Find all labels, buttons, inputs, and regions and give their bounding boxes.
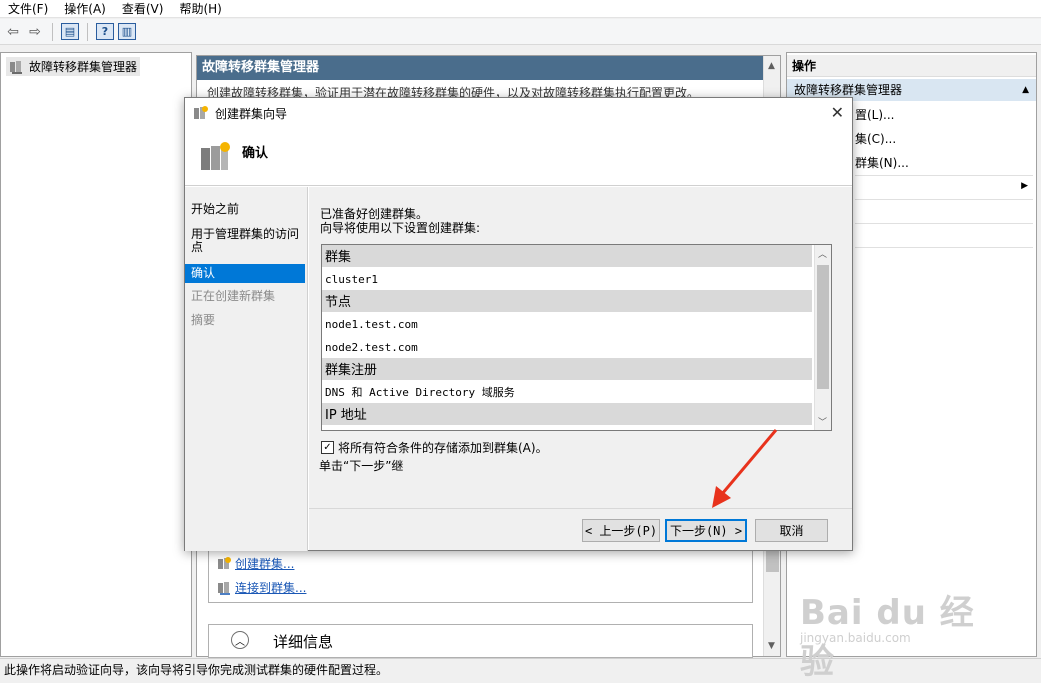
actions-section-label: 故障转移群集管理器: [794, 83, 903, 97]
intro-settings: 向导将使用以下设置创建群集:: [320, 221, 481, 235]
wizard-body: 已准备好创建群集。 向导将使用以下设置创建群集: 群集 cluster1 节点 …: [309, 187, 852, 508]
section-header-registration: 群集注册: [322, 358, 812, 380]
step-creating: 正在创建新群集: [191, 289, 276, 303]
menu-file[interactable]: 文件(F): [0, 0, 56, 18]
details-section[interactable]: ︿ 详细信息: [208, 624, 753, 658]
center-header: 故障转移群集管理器: [197, 56, 765, 80]
create-cluster-wizard: 创建群集向导 ✕ 确认 开始之前 用于管理群集的访问点 确认 正在创建新群集 摘…: [184, 97, 853, 551]
scroll-down-icon[interactable]: ﹀: [818, 415, 827, 428]
tree-item-failover-cluster-manager[interactable]: 故障转移群集管理器: [6, 57, 141, 76]
back-arrow-icon[interactable]: ⇦: [4, 23, 22, 41]
watermark-url: jingyan.baidu.com: [800, 631, 911, 645]
next-hint: 单击“下一步”继: [319, 459, 404, 473]
submenu-arrow-icon[interactable]: ▶: [1021, 181, 1028, 191]
create-cluster-link-row: 创建群集...: [217, 555, 294, 572]
dialog-title: 创建群集向导: [215, 106, 288, 121]
menu-help[interactable]: 帮助(H): [171, 0, 229, 18]
list-item-cluster-name: cluster1: [325, 273, 378, 286]
wizard-footer: < 上一步(P) 下一步(N) > 取消: [309, 508, 852, 550]
management-links: 创建群集... 连接到群集...: [208, 546, 753, 603]
menu-action[interactable]: 操作(A): [56, 0, 114, 18]
step-before-you-begin[interactable]: 开始之前: [185, 203, 305, 216]
section-header-nodes: 节点: [322, 290, 812, 312]
actions-header: 操作: [787, 55, 1036, 77]
collapse-triangle-icon[interactable]: ▲: [1022, 79, 1029, 101]
menu-bar: 文件(F) 操作(A) 查看(V) 帮助(H): [0, 0, 1041, 18]
create-cluster-link[interactable]: 创建群集...: [235, 555, 294, 572]
add-storage-checkbox-row[interactable]: ✓ 将所有符合条件的存储添加到群集(A)。: [321, 439, 548, 456]
step-access-point[interactable]: 用于管理群集的访问点: [185, 228, 305, 254]
settings-list-content: 群集 cluster1 节点 node1.test.com node2.test…: [322, 245, 812, 425]
list-item-registration: DNS 和 Active Directory 域服务: [325, 386, 515, 399]
wizard-app-icon: [194, 106, 208, 119]
expand-chevron-icon[interactable]: ︿: [231, 631, 249, 649]
close-icon[interactable]: ✕: [831, 103, 844, 122]
settings-list[interactable]: 群集 cluster1 节点 node1.test.com node2.test…: [321, 244, 832, 431]
wizard-header-icon: [201, 142, 230, 170]
scroll-up-icon[interactable]: ︿: [818, 247, 827, 260]
previous-button[interactable]: < 上一步(P): [582, 519, 660, 542]
create-cluster-icon: [218, 556, 231, 569]
console-tree: 故障转移群集管理器: [0, 52, 192, 657]
wizard-steps: 开始之前 用于管理群集的访问点 确认 正在创建新群集 摘要: [185, 187, 308, 551]
add-storage-label[interactable]: 将所有符合条件的存储添加到群集(A)。: [338, 439, 548, 456]
connect-cluster-link-row: 连接到群集...: [217, 579, 306, 596]
list-item-node2: node2.test.com: [325, 341, 418, 354]
step-confirm[interactable]: 确认: [185, 264, 305, 283]
section-header-ip: IP 地址: [322, 403, 812, 425]
action-item-1[interactable]: 置(L)...: [855, 106, 895, 123]
action-item-3[interactable]: 群集(N)...: [855, 154, 909, 171]
scroll-thumb[interactable]: [817, 265, 829, 389]
toolbar: ⇦ ⇨ ▤ ? ▥: [0, 19, 1041, 45]
action-item-2[interactable]: 集(C)...: [855, 130, 896, 147]
toolbar-separator: [87, 22, 88, 41]
actions-divider: [855, 175, 1033, 176]
dialog-heading: 确认: [242, 146, 269, 161]
add-storage-checkbox[interactable]: ✓: [321, 441, 334, 454]
scroll-up-icon[interactable]: ▲: [768, 61, 775, 71]
dialog-titlebar: 创建群集向导 ✕: [185, 98, 852, 128]
settings-list-scrollbar[interactable]: ︿ ﹀: [814, 245, 831, 430]
dialog-header: 确认: [185, 128, 852, 186]
actions-divider: [855, 199, 1033, 200]
baidu-watermark: Bai du 经验 jingyan.baidu.com: [800, 575, 1000, 682]
cancel-button[interactable]: 取消: [755, 519, 828, 542]
connect-cluster-icon: [218, 581, 230, 595]
help-icon[interactable]: ?: [96, 23, 114, 40]
show-hide-action-pane-icon[interactable]: ▥: [118, 23, 136, 40]
section-header-cluster: 群集: [322, 245, 812, 267]
actions-divider: [855, 223, 1033, 224]
next-button[interactable]: 下一步(N) >: [665, 519, 747, 542]
menu-view[interactable]: 查看(V): [114, 0, 172, 18]
step-summary: 摘要: [191, 313, 216, 327]
actions-divider: [855, 247, 1033, 248]
tree-item-label: 故障转移群集管理器: [29, 60, 138, 74]
toolbar-separator: [52, 22, 53, 41]
scroll-down-icon[interactable]: ▼: [768, 641, 775, 651]
connect-cluster-link[interactable]: 连接到群集...: [235, 579, 306, 596]
cluster-manager-icon: [10, 60, 22, 74]
details-label: 详细信息: [273, 633, 334, 651]
forward-arrow-icon[interactable]: ⇨: [26, 23, 44, 41]
list-item-node1: node1.test.com: [325, 318, 418, 331]
show-hide-console-tree-icon[interactable]: ▤: [61, 23, 79, 40]
